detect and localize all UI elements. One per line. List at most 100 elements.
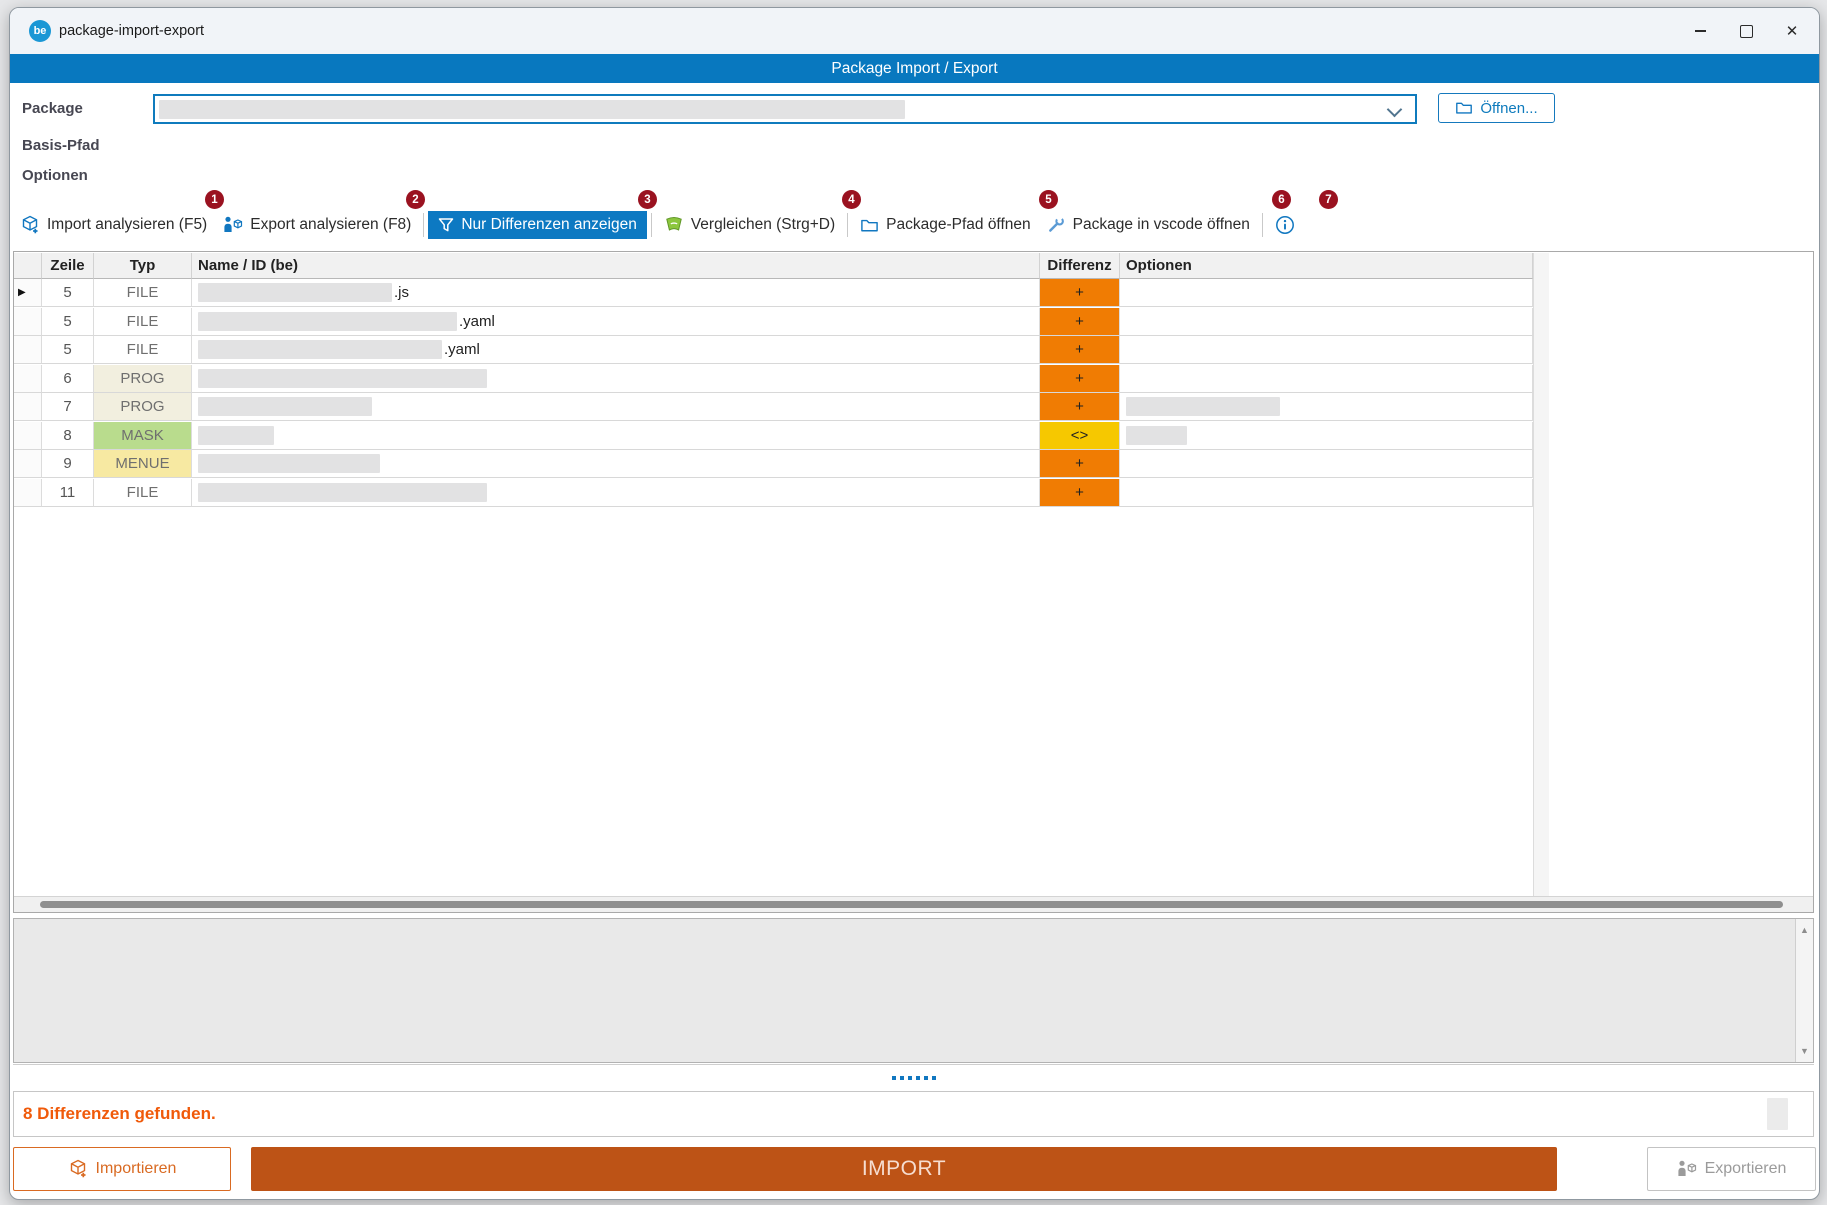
splitter-dot-icon [908, 1076, 912, 1080]
export-analyze-button[interactable]: Export analysieren (F8) [215, 210, 419, 240]
minimize-icon [1695, 30, 1706, 32]
column-header-zeile[interactable]: Zeile [42, 253, 94, 279]
table-vertical-scrollbar[interactable] [1533, 253, 1549, 896]
toolbar-item-label: Package in vscode öffnen [1073, 216, 1250, 234]
row-selector[interactable] [14, 308, 42, 336]
info-icon [1275, 215, 1295, 235]
import-button[interactable]: Importieren [13, 1147, 231, 1191]
open-button[interactable]: Öffnen... [1438, 93, 1555, 123]
cell-name: .js [192, 279, 1040, 307]
cell-differenz: + [1040, 393, 1120, 421]
open-in-vscode-button[interactable]: Package in vscode öffnen [1039, 210, 1258, 240]
titlebar: be package-import-export ✕ [10, 8, 1819, 54]
redacted-block [1767, 1098, 1788, 1130]
column-header-optionen[interactable]: Optionen [1120, 253, 1533, 279]
row-selector[interactable] [14, 450, 42, 478]
cell-differenz: + [1040, 336, 1120, 364]
maximize-button[interactable] [1723, 8, 1769, 54]
package-value-redacted [159, 100, 905, 119]
chevron-down-icon[interactable] [1387, 102, 1403, 118]
row-selector[interactable] [14, 422, 42, 450]
step-badge-6: 6 [1272, 190, 1291, 209]
folder-icon [1455, 99, 1473, 117]
splitter-dot-icon [900, 1076, 904, 1080]
toolbar-separator [1262, 213, 1263, 237]
table-row[interactable]: 7 PROG + [14, 393, 1533, 421]
only-differences-toggle[interactable]: Nur Differenzen anzeigen [428, 211, 647, 239]
row-selector-header [14, 253, 42, 279]
cell-zeile: 6 [42, 365, 94, 393]
minimize-button[interactable] [1677, 8, 1723, 54]
package-combobox[interactable] [153, 94, 1417, 124]
cell-name [192, 479, 1040, 507]
person-package-icon [223, 215, 243, 235]
row-selector[interactable] [14, 365, 42, 393]
cell-name [192, 365, 1040, 393]
scroll-down-icon[interactable]: ▼ [1796, 1046, 1813, 1056]
name-suffix: .js [394, 284, 409, 301]
row-selector[interactable] [14, 336, 42, 364]
info-button[interactable] [1267, 210, 1303, 240]
step-badge-4: 4 [842, 190, 861, 209]
import-button-label: Importieren [96, 1160, 177, 1178]
table-row[interactable]: 5 FILE .yaml + [14, 308, 1533, 336]
page-title: Package Import / Export [10, 54, 1819, 83]
column-header-typ[interactable]: Typ [94, 253, 192, 279]
window-title: package-import-export [59, 8, 204, 54]
package-plus-icon [20, 215, 40, 235]
horizontal-scrollbar-thumb[interactable] [40, 901, 1783, 908]
log-panel[interactable]: ▲ ▼ [13, 918, 1814, 1063]
redacted-text [198, 340, 442, 359]
splitter-grip[interactable] [13, 1064, 1814, 1091]
table-row[interactable]: 6 PROG + [14, 365, 1533, 393]
export-button[interactable]: Exportieren [1647, 1147, 1816, 1191]
column-header-differenz[interactable]: Differenz [1040, 253, 1120, 279]
splitter-dot-icon [932, 1076, 936, 1080]
cell-typ: PROG [94, 393, 192, 421]
cell-differenz: + [1040, 279, 1120, 307]
cell-differenz: + [1040, 479, 1120, 507]
cell-zeile: 5 [42, 308, 94, 336]
cell-zeile: 5 [42, 279, 94, 307]
status-message: 8 Differenzen gefunden. [23, 1092, 216, 1136]
open-package-path-button[interactable]: Package-Pfad öffnen [852, 210, 1039, 240]
cell-zeile: 9 [42, 450, 94, 478]
maximize-icon [1740, 25, 1753, 38]
compare-button[interactable]: Vergleichen (Strg+D) [656, 210, 843, 240]
step-badge-2: 2 [406, 190, 425, 209]
import-analyze-button[interactable]: Import analysieren (F5) [20, 210, 215, 240]
cell-optionen [1120, 279, 1533, 307]
row-selector[interactable] [14, 393, 42, 421]
name-suffix: .yaml [459, 313, 495, 330]
cell-optionen [1120, 393, 1533, 421]
table-row[interactable]: ▶ 5 FILE .js + [14, 279, 1533, 307]
cell-differenz: + [1040, 365, 1120, 393]
close-button[interactable]: ✕ [1769, 8, 1815, 54]
cell-name: .yaml [192, 336, 1040, 364]
scroll-up-icon[interactable]: ▲ [1796, 925, 1813, 935]
table-row[interactable]: 5 FILE .yaml + [14, 336, 1533, 364]
toolbar-item-label: Export analysieren (F8) [250, 216, 411, 234]
cell-optionen [1120, 308, 1533, 336]
row-selector[interactable]: ▶ [14, 279, 42, 307]
cell-differenz: + [1040, 450, 1120, 478]
log-vertical-scrollbar[interactable]: ▲ ▼ [1795, 919, 1813, 1062]
cell-typ: FILE [94, 336, 192, 364]
cell-optionen [1120, 479, 1533, 507]
toolbar-item-label: Nur Differenzen anzeigen [461, 216, 637, 234]
cell-typ: FILE [94, 279, 192, 307]
table-horizontal-scrollbar[interactable] [14, 896, 1813, 912]
table-row[interactable]: 8 MASK <> [14, 422, 1533, 450]
current-row-pointer-icon: ▶ [18, 287, 26, 298]
folder-icon [860, 216, 879, 235]
table-row[interactable]: 11 FILE + [14, 479, 1533, 507]
redacted-text [1126, 397, 1280, 416]
cell-name [192, 393, 1040, 421]
row-selector[interactable] [14, 479, 42, 507]
column-header-name[interactable]: Name / ID (be) [192, 253, 1040, 279]
compare-icon [664, 215, 684, 235]
redacted-text [198, 283, 392, 302]
cell-name [192, 422, 1040, 450]
import-action-button[interactable]: IMPORT [251, 1147, 1557, 1191]
table-row[interactable]: 9 MENUE + [14, 450, 1533, 478]
